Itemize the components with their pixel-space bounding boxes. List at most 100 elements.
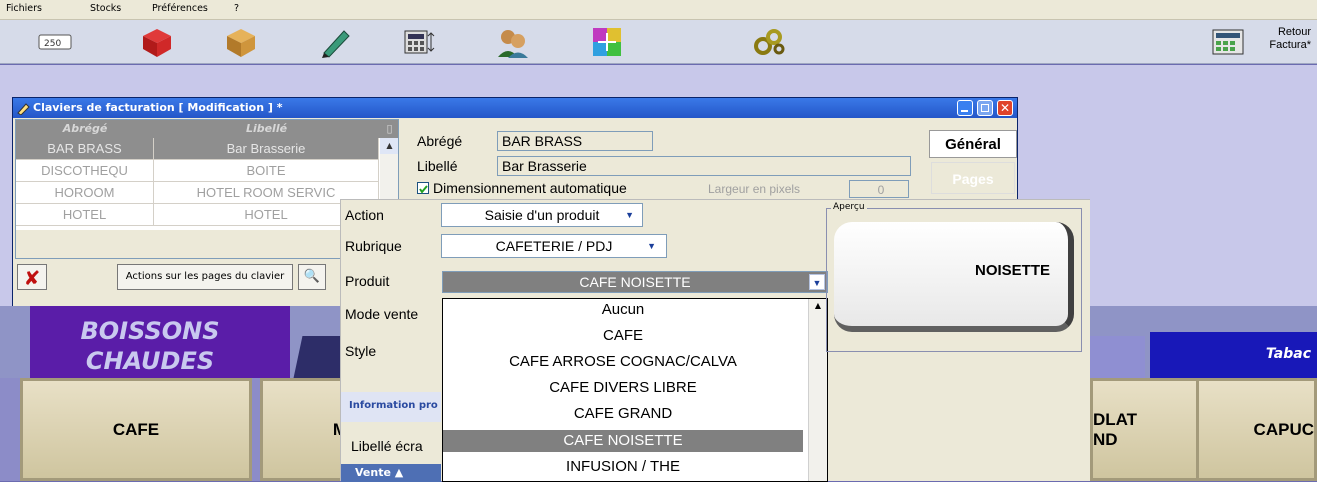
dimension-checkbox[interactable] [417,182,429,194]
pen-icon [17,103,30,115]
scroll-up-icon[interactable]: ▲ [809,299,827,313]
search-button[interactable]: 🔍 [298,264,326,290]
retour-facturation-button[interactable] [1206,24,1250,60]
style-label: Style [345,343,377,359]
list-item[interactable]: CAFE [443,325,803,347]
gears-button[interactable] [740,24,798,60]
info-label: Information pro [349,400,438,411]
row-abrege: DISCOTHEQU [16,160,154,182]
action-value: Saisie d'un produit [484,207,600,223]
minimize-icon [961,110,968,112]
list-item[interactable]: CAFE DIVERS LIBRE [443,377,803,399]
libelle-label: Libellé [417,158,458,174]
key-line-2: ND [1093,429,1118,449]
row-abrege: BAR BRASS [16,138,154,160]
pen-icon [322,30,350,58]
svg-text:250: 250 [44,39,61,49]
delete-icon: ✘ [23,266,41,290]
row-libelle: BOITE [154,160,379,182]
apercu-label: Aperçu [831,202,867,212]
column-header-libelle[interactable]: Libellé [154,120,379,138]
delete-button[interactable]: ✘ [17,264,47,290]
rubrique-select[interactable]: CAFETERIE / PDJ ▼ [441,234,667,258]
menu-preferences[interactable]: Préférences [152,3,208,14]
maximize-icon [981,104,989,112]
box-brown-button[interactable] [212,24,270,60]
list-item[interactable]: INFUSION / THE [443,456,803,478]
tab-pages[interactable]: Pages [931,162,1015,194]
list-item-selected[interactable]: CAFE NOISETTE [443,430,803,452]
list-item[interactable]: CAFE GRAND [443,403,803,425]
key-edit-popup: Action Saisie d'un produit ▼ Rubrique CA… [340,199,1090,482]
close-icon: ✕ [999,101,1011,115]
info-header: Information pro [341,392,441,422]
largeur-field[interactable]: 0 [849,180,909,198]
search-icon: 🔍 [303,269,321,284]
menu-help[interactable]: ? [234,3,239,14]
tab-boissons-chaudes[interactable]: BOISSONS CHAUDES [30,306,290,378]
actions-pages-button[interactable]: Actions sur les pages du clavier [117,264,293,290]
grid-button[interactable] [578,24,636,60]
rubrique-value: CAFETERIE / PDJ [495,238,613,254]
dialog-titlebar[interactable]: Claviers de facturation [ Modification ]… [13,98,1017,118]
apercu-key-preview: NOISETTE [834,222,1074,332]
users-button[interactable] [484,24,542,60]
row-abrege: HOTEL [16,204,154,226]
chevron-down-icon[interactable]: ▼ [809,274,825,290]
chevron-down-icon: ▼ [647,241,656,251]
tab-general[interactable]: Général [929,130,1017,158]
apercu-key-text: NOISETTE [974,262,1050,279]
produit-dropdown[interactable]: Aucun CAFE CAFE ARROSE COGNAC/CALVA CAFE… [442,298,828,482]
dropdown-scrollbar[interactable]: ▲ [808,299,827,481]
scroll-up-icon[interactable]: ▲ [380,138,398,154]
largeur-label: Largeur en pixels [708,182,801,196]
calculator-button[interactable] [390,24,448,60]
dialog-title: Claviers de facturation [ Modification ]… [33,101,283,114]
action-select[interactable]: Saisie d'un produit ▼ [441,203,643,227]
menu-bar: Fichiers Stocks Préférences ? [0,0,1317,20]
retour-label: Retour Factura* [1251,26,1311,52]
produit-select[interactable]: CAFE NOISETTE ▼ [442,271,828,293]
menu-stocks[interactable]: Stocks [90,3,121,14]
action-label: Action [345,207,384,223]
row-libelle: Bar Brasserie [154,138,379,160]
grid-icon [593,28,621,56]
libelle-field[interactable]: Bar Brasserie [497,156,911,176]
maximize-button[interactable] [977,100,993,116]
calculator-icon [404,30,435,54]
list-item[interactable]: CAFE ARROSE COGNAC/CALVA [443,351,803,373]
column-selector-icon[interactable]: ▯ [379,120,398,138]
close-button[interactable]: ✕ [997,100,1013,116]
column-header-abrege[interactable]: Abrégé [16,120,154,138]
ticket-250-icon: 250 [38,34,72,50]
menu-fichiers[interactable]: Fichiers [6,3,42,14]
list-item[interactable]: Aucun [443,299,803,321]
gears-icon [754,29,785,55]
checkmark-icon [419,185,428,194]
key-dlat-nd[interactable]: DLAT ND [1090,378,1200,481]
dimension-label: Dimensionnement automatique [433,180,627,196]
tab-tabac-label: Tabac [1265,346,1311,362]
vente-label: Vente [355,466,391,479]
pen-button[interactable] [306,24,364,60]
ticket-250-button[interactable]: 250 [26,24,84,60]
retour-line-1: Retour [1277,26,1311,38]
tab-title: BOISSONS CHAUDES [30,316,270,376]
tab-tabac[interactable]: Tabac [1150,332,1317,378]
toolbar: 250 Retour Factura* [0,20,1317,64]
box-red-button[interactable] [128,24,186,60]
tab-decor [1090,336,1145,378]
minimize-button[interactable] [957,100,973,116]
libelle-ecran-label: Libellé écra [351,438,423,454]
register-icon [1212,29,1244,55]
key-cafe[interactable]: CAFE [20,378,252,481]
vente-header[interactable]: Vente ▲ [341,464,441,482]
key-line-1: DLAT [1093,409,1138,429]
tab-title-line-2: CHAUDES [85,347,215,375]
abrege-field[interactable]: BAR BRASS [497,131,653,151]
produit-value: CAFE NOISETTE [579,274,691,290]
key-capuc[interactable]: CAPUC [1196,378,1317,481]
produit-label: Produit [345,273,390,289]
row-abrege: HOROOM [16,182,154,204]
rubrique-label: Rubrique [345,238,402,254]
